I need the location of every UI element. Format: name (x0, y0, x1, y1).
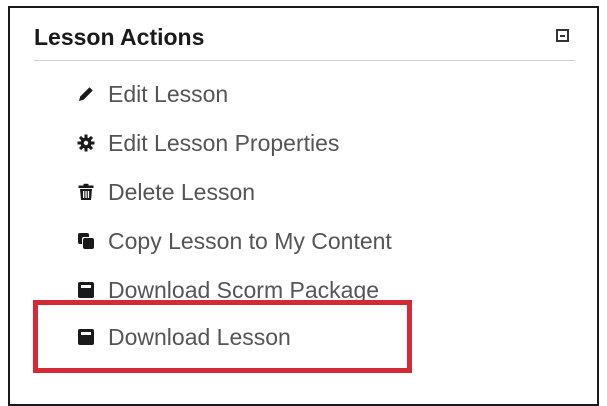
edit-lesson-link[interactable]: Edit Lesson (76, 69, 392, 118)
download-box-icon (76, 280, 96, 300)
download-box-icon (76, 327, 96, 347)
trash-icon (76, 182, 96, 202)
gear-icon (76, 133, 96, 153)
panel-header: Lesson Actions (10, 8, 597, 62)
action-label: Edit Lesson Properties (108, 129, 340, 156)
edit-lesson-properties-link[interactable]: Edit Lesson Properties (76, 118, 392, 167)
copy-icon (76, 231, 96, 251)
collapse-icon[interactable] (556, 29, 569, 42)
copy-lesson-link[interactable]: Copy Lesson to My Content (76, 216, 392, 265)
header-divider (34, 60, 575, 61)
action-label: Delete Lesson (108, 178, 256, 205)
download-lesson-link[interactable]: Download Lesson (76, 317, 291, 357)
action-label: Edit Lesson (108, 80, 229, 107)
panel-title: Lesson Actions (34, 24, 205, 50)
pencil-icon (76, 84, 96, 104)
delete-lesson-link[interactable]: Delete Lesson (76, 167, 392, 216)
action-label: Copy Lesson to My Content (108, 227, 392, 254)
action-list: Edit Lesson Edit Lesson Properties Delet… (76, 69, 392, 314)
action-label: Download Lesson (108, 324, 291, 350)
